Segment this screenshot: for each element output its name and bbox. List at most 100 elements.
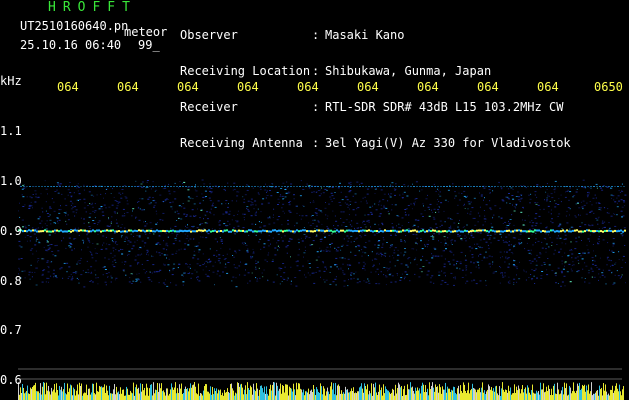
noise-dot [407, 185, 409, 186]
noise-dot [560, 285, 562, 287]
faint-line-segment [563, 186, 565, 187]
amplitude-bar [274, 382, 275, 400]
noise-dot [266, 190, 268, 192]
noise-dot [447, 189, 450, 191]
noise-dot [620, 210, 623, 212]
amplitude-bar [327, 387, 328, 400]
noise-dot [454, 191, 456, 193]
noise-dot [95, 277, 97, 279]
carrier-segment [160, 230, 162, 233]
amplitude-bar [58, 395, 59, 400]
noise-dot [404, 276, 407, 278]
noise-dot [438, 206, 440, 207]
amplitude-bar [265, 393, 266, 400]
noise-dot [211, 205, 214, 207]
noise-dot [182, 183, 183, 184]
noise-dot [479, 253, 482, 255]
amplitude-bar [162, 391, 163, 400]
noise-dot [87, 237, 89, 239]
amplitude-bar [386, 389, 387, 400]
noise-dot [78, 282, 80, 284]
noise-dot [505, 256, 507, 258]
carrier-segment [514, 229, 516, 232]
noise-dot [263, 243, 266, 245]
noise-dot [517, 199, 520, 201]
noise-dot [288, 202, 290, 203]
carrier-segment [76, 229, 78, 232]
amplitude-bar [536, 390, 537, 400]
noise-dot [88, 191, 91, 193]
noise-dot [561, 242, 563, 244]
amplitude-bar [484, 390, 485, 400]
faint-line-segment [590, 186, 592, 187]
noise-dot [356, 208, 358, 210]
amplitude-bar [140, 383, 141, 400]
noise-dot [431, 275, 434, 277]
noise-dot [242, 213, 244, 215]
noise-dot [502, 274, 504, 276]
noise-dot [460, 251, 463, 253]
amplitude-bar [258, 395, 259, 400]
noise-dot [459, 261, 462, 263]
noise-dot [259, 277, 261, 279]
amplitude-bar [483, 392, 484, 400]
faint-line-segment [110, 186, 112, 187]
noise-dot [134, 259, 137, 261]
amplitude-bar [457, 388, 458, 400]
noise-dot [619, 277, 621, 279]
noise-dot [346, 235, 349, 237]
noise-dot [300, 237, 302, 239]
noise-dot [115, 207, 118, 209]
noise-dot [46, 261, 49, 263]
faint-line-segment [476, 186, 478, 187]
amplitude-bar [550, 395, 551, 400]
amplitude-bar [414, 393, 415, 400]
noise-dot [584, 281, 586, 283]
noise-dot [477, 232, 480, 234]
faint-line-segment [32, 186, 34, 187]
faint-line-segment [440, 186, 442, 187]
noise-dot [331, 195, 334, 197]
amplitude-bar [157, 382, 158, 400]
noise-dot [401, 225, 403, 227]
noise-dot [546, 189, 548, 190]
noise-dot [550, 220, 552, 222]
noise-dot [71, 249, 73, 251]
carrier-segment [482, 229, 484, 232]
noise-dot [546, 199, 549, 201]
noise-dot [27, 224, 30, 226]
noise-dot [252, 252, 255, 254]
noise-dot [504, 261, 506, 263]
noise-dot [285, 192, 288, 194]
amplitude-bar [305, 391, 306, 400]
noise-dot [348, 182, 351, 184]
carrier-segment [560, 230, 562, 233]
noise-dot [581, 277, 583, 279]
amplitude-bar [230, 384, 231, 400]
amplitude-bar [239, 386, 240, 400]
amplitude-bar [474, 388, 475, 400]
noise-dot [431, 253, 433, 255]
noise-dot [29, 196, 32, 198]
amplitude-bar [172, 387, 173, 400]
noise-dot [501, 236, 502, 238]
noise-dot [122, 208, 125, 210]
noise-dot [222, 271, 224, 273]
noise-dot [608, 222, 610, 224]
faint-line-segment [503, 186, 505, 187]
noise-dot [32, 207, 33, 209]
noise-dot [218, 258, 220, 260]
carrier-segment [90, 230, 92, 233]
noise-dot [378, 224, 380, 226]
amplitude-bar [316, 387, 317, 400]
noise-dot [470, 232, 473, 234]
carrier-segment [516, 229, 518, 232]
carrier-segment [274, 229, 276, 232]
noise-dot [379, 213, 382, 215]
noise-dot [607, 212, 610, 214]
amplitude-bar [120, 387, 121, 400]
noise-dot [485, 204, 488, 206]
faint-line-segment [353, 186, 355, 187]
noise-dot [243, 216, 245, 218]
amplitude-bar [616, 383, 617, 400]
